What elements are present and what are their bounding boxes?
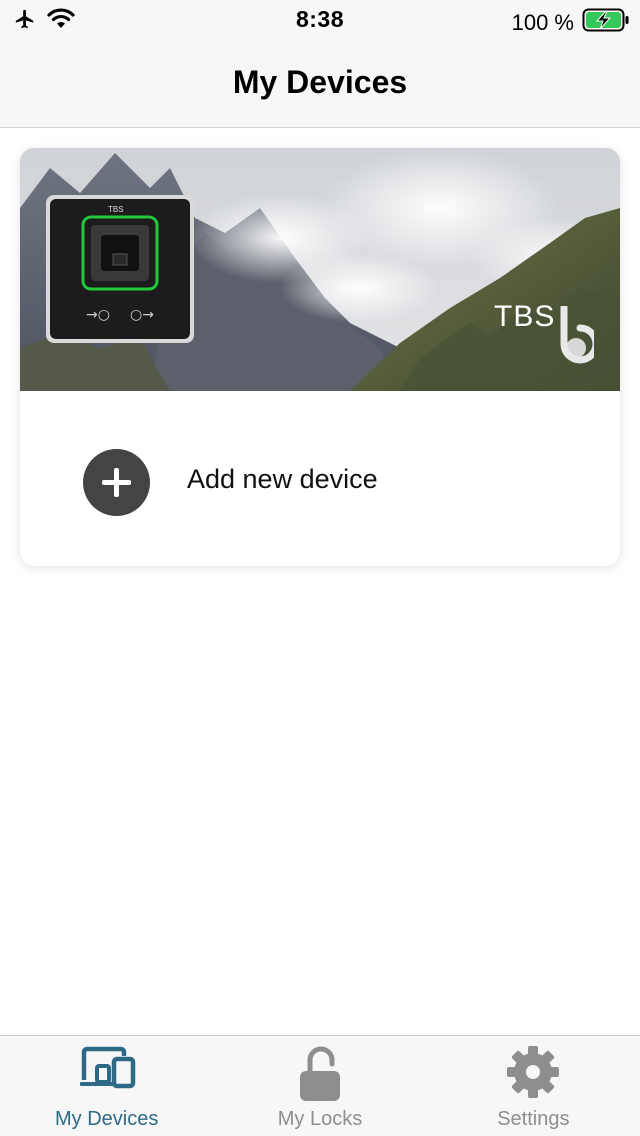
device-card: TBS →○ ○→ TBS Add new device <box>20 148 620 566</box>
add-device-button[interactable]: Add new device <box>20 391 620 566</box>
battery-percent: 100 % <box>511 9 574 35</box>
tab-label-my-locks[interactable]: My Locks <box>213 1108 426 1131</box>
tab-settings[interactable]: Settings <box>427 1036 640 1136</box>
svg-text:→○: →○ <box>86 307 110 323</box>
tab-my-locks[interactable]: My Locks <box>213 1036 426 1136</box>
lock-icon[interactable] <box>296 1044 344 1107</box>
tbs-logo-text: TBS <box>494 300 556 333</box>
tab-my-devices[interactable]: My Devices <box>0 1036 213 1136</box>
plus-icon[interactable] <box>83 449 150 516</box>
add-device-label[interactable]: Add new device <box>187 464 378 495</box>
battery-charging-icon <box>582 7 630 38</box>
device-banner-image: TBS →○ ○→ TBS <box>20 148 620 391</box>
status-bar: 8:38 100 % <box>0 0 640 40</box>
reader-brand-label: TBS <box>108 205 124 214</box>
tab-label-my-devices[interactable]: My Devices <box>0 1108 213 1131</box>
tbs-logo: TBS <box>494 300 555 334</box>
svg-text:○→: ○→ <box>130 307 154 323</box>
tab-bar: My Devices My Locks Settings <box>0 1035 640 1136</box>
status-right: 100 % <box>512 7 630 38</box>
page-title: My Devices <box>232 64 408 100</box>
devices-icon[interactable] <box>78 1044 136 1097</box>
gear-icon[interactable] <box>505 1044 561 1105</box>
tbs-logo-mark <box>560 306 594 364</box>
tab-label-settings[interactable]: Settings <box>427 1108 640 1131</box>
fingerprint-reader-image: TBS →○ ○→ <box>46 195 194 343</box>
nav-header: My Devices <box>0 40 640 128</box>
